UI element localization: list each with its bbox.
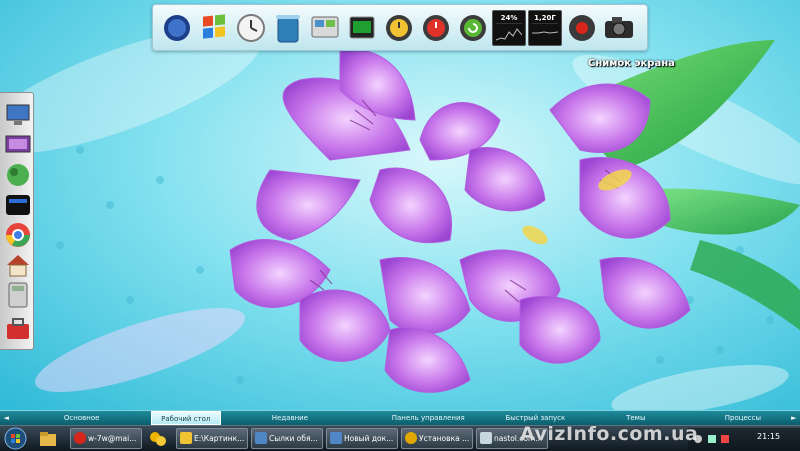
clock-icon[interactable] <box>233 10 268 46</box>
tab-control-panel[interactable]: Панель управления <box>359 411 497 425</box>
memory-graph <box>532 22 559 42</box>
monitor-icon[interactable] <box>4 101 32 129</box>
taskbar-item-links[interactable]: Сылки обя... <box>251 428 323 449</box>
windows-flag-icon[interactable] <box>196 10 231 46</box>
home-icon[interactable] <box>4 251 32 279</box>
left-dock <box>0 92 34 350</box>
photo-app-icon[interactable] <box>4 161 32 189</box>
nexus-logo-icon[interactable] <box>159 10 194 46</box>
tray-clock[interactable]: 21:15 <box>757 432 780 441</box>
document-icon <box>330 432 342 444</box>
task-label: Новый док... <box>344 434 394 443</box>
standby-icon[interactable] <box>381 10 416 46</box>
tab-scroll-left-icon[interactable]: ◄ <box>0 414 13 422</box>
chrome-icon <box>405 432 417 444</box>
folder-icon <box>180 432 192 444</box>
image-viewer-icon <box>480 432 492 444</box>
task-label: E:\Картинк... <box>194 434 245 443</box>
toolbox-icon[interactable] <box>4 315 32 343</box>
memory-meter[interactable]: 1,20Г <box>528 9 562 46</box>
desktop-wallpaper <box>0 0 800 450</box>
task-label: Установка ... <box>419 434 470 443</box>
tab-scroll-right-icon[interactable]: ► <box>788 414 800 422</box>
puzzle-app-icon[interactable] <box>148 429 168 449</box>
cpu-meter[interactable]: 24% <box>492 9 526 46</box>
chrome-icon[interactable] <box>4 221 32 249</box>
tab-desktop[interactable]: Рабочий стол <box>150 411 221 425</box>
system-tray <box>688 428 800 449</box>
tab-main[interactable]: Основное <box>13 411 151 425</box>
restart-icon[interactable] <box>455 10 490 46</box>
tab-recent[interactable]: Недавние <box>221 411 359 425</box>
tab-processes[interactable]: Процессы <box>698 411 787 425</box>
start-button[interactable] <box>4 427 27 450</box>
calculator-icon[interactable] <box>4 281 32 309</box>
tray-antivirus-icon <box>721 435 729 443</box>
screenshot-tooltip-label: Снимок экрана <box>588 58 675 69</box>
memory-meter-value: 1,20Г <box>534 13 556 22</box>
control-panel-icon[interactable] <box>307 10 342 46</box>
terminal-icon[interactable] <box>344 10 379 46</box>
screenshot-icon[interactable] <box>564 10 599 46</box>
task-label: w-7w@mai... <box>88 434 137 443</box>
top-dock: 24% 1,20Г <box>152 4 648 51</box>
opera-icon <box>74 432 86 444</box>
task-label: Сылки обя... <box>269 434 318 443</box>
cpu-meter-value: 24% <box>500 13 518 22</box>
document-icon <box>255 432 267 444</box>
mac-desktop-icon[interactable] <box>4 131 32 159</box>
taskbar-item-images-folder[interactable]: E:\Картинк... <box>176 428 248 449</box>
camera-icon[interactable] <box>601 10 636 46</box>
explorer-quicklaunch-icon[interactable] <box>38 429 58 449</box>
taskbar-item-install[interactable]: Установка ... <box>401 428 473 449</box>
recycle-bin-icon[interactable] <box>270 10 305 46</box>
taskbar-item-new-document[interactable]: Новый док... <box>326 428 398 449</box>
tray-volume-icon <box>708 435 716 443</box>
cpu-graph <box>495 22 523 42</box>
watermark-text: AvizInfo.com.ua <box>520 423 699 445</box>
shutdown-icon[interactable] <box>418 10 453 46</box>
media-player-icon[interactable] <box>4 191 32 219</box>
taskbar-item-opera-mail[interactable]: w-7w@mai... <box>70 428 142 449</box>
